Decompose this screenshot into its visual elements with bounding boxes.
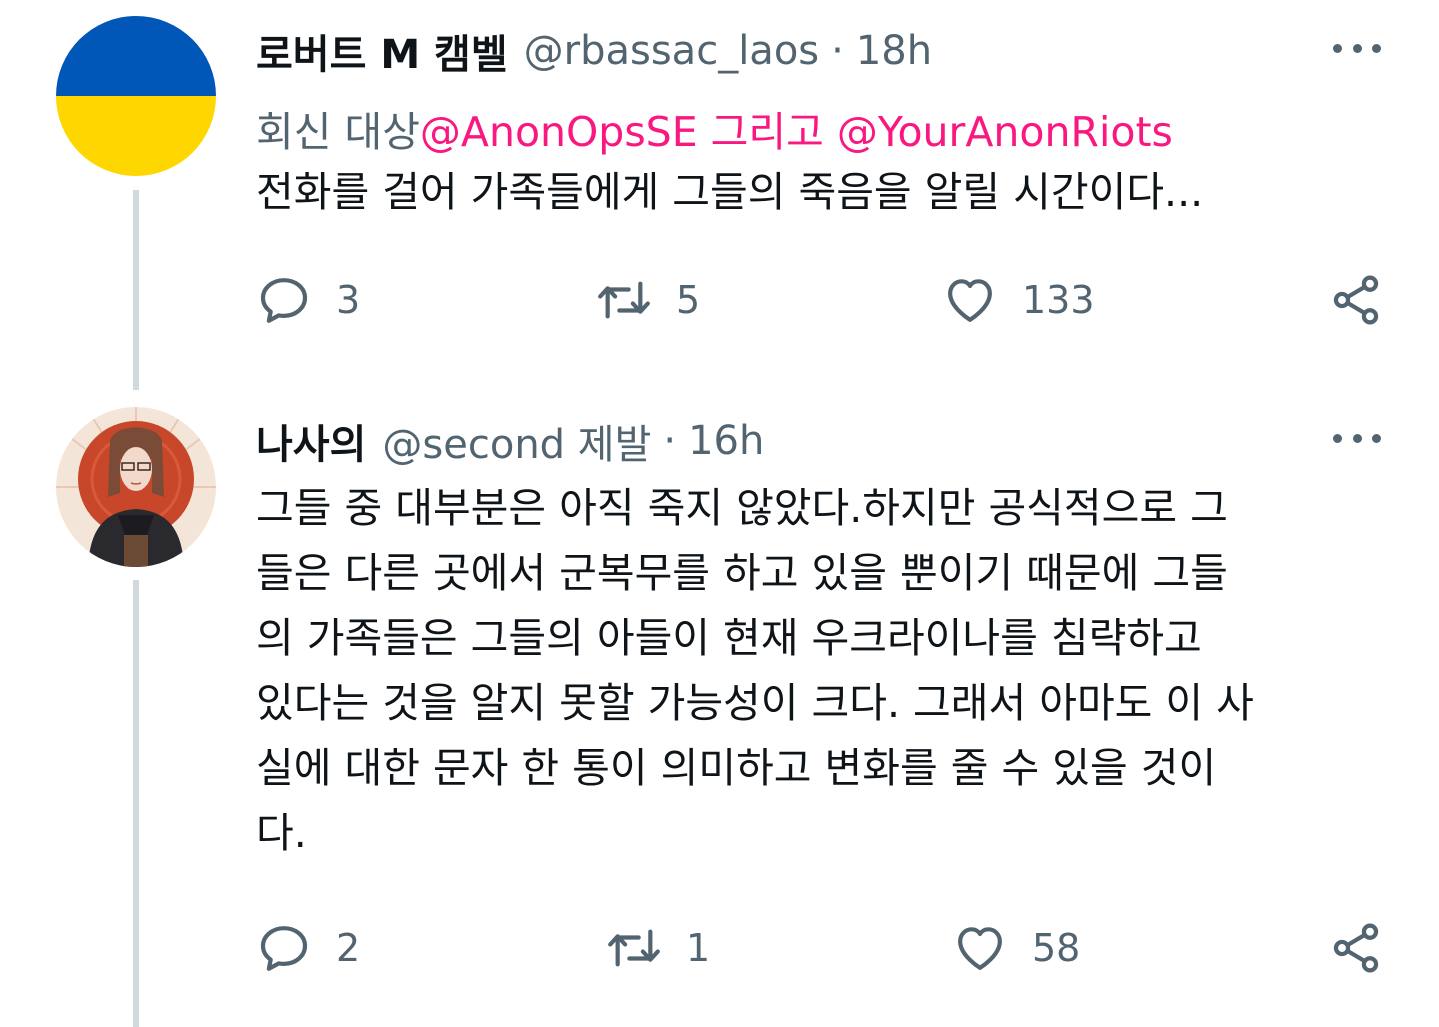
tweet-header: 나사의 @second 제발 · 16h: [256, 416, 764, 468]
mention-link[interactable]: @YourAnonRiots: [837, 108, 1173, 156]
reply-joiner: 그리고: [697, 108, 837, 156]
more-dot: [1352, 433, 1362, 443]
user-handle[interactable]: @rbassac_laos: [524, 28, 819, 74]
timestamp[interactable]: 18h: [856, 28, 932, 74]
retweet-icon: [608, 929, 660, 967]
tweet-text: 그들 중 대부분은 아직 죽지 않았다.하지만 공식적으로 그 들은 다른 곳에…: [256, 484, 1254, 857]
share-button[interactable]: [1328, 918, 1384, 978]
share-icon: [1333, 923, 1379, 973]
retweet-icon: [598, 281, 650, 319]
more-dot: [1372, 433, 1381, 443]
mention-link[interactable]: @AnonOpsSE: [420, 108, 698, 156]
avatar[interactable]: [56, 407, 216, 567]
display-name[interactable]: 로버트 M 캠벨: [256, 22, 508, 80]
more-options-icon[interactable]: [1333, 428, 1381, 448]
more-dot: [1333, 433, 1342, 443]
reply-button[interactable]: 3: [256, 270, 360, 330]
tweet[interactable]: 나사의 @second 제발 · 16h 그들 중 대부분은 아직 죽지 않았다…: [0, 390, 1439, 1027]
separator-dot: ·: [663, 418, 677, 464]
reply-button[interactable]: 2: [256, 918, 360, 978]
action-bar: 2 1 58: [256, 918, 1386, 978]
share-icon: [1333, 275, 1379, 325]
reply-icon: [260, 278, 308, 323]
avatar[interactable]: [56, 16, 216, 176]
retweet-count: 5: [676, 278, 701, 322]
tweet-header: 로버트 M 캠벨 @rbassac_laos · 18h: [256, 26, 932, 78]
thread-line: [133, 580, 139, 1027]
tweet-text: 전화를 걸어 가족들에게 그들의 죽음을 알릴 시간이다...: [256, 168, 1204, 216]
timestamp[interactable]: 16h: [688, 418, 764, 464]
reply-count: 3: [336, 278, 361, 322]
reply-count: 2: [336, 926, 361, 970]
user-handle[interactable]: @second 제발: [382, 412, 651, 470]
ukraine-flag-avatar-image: [56, 16, 216, 176]
like-button[interactable]: 58: [952, 918, 1080, 978]
retweet-count: 1: [686, 926, 711, 970]
more-dot: [1352, 43, 1362, 53]
like-button[interactable]: 133: [942, 270, 1095, 330]
share-button[interactable]: [1328, 270, 1384, 330]
tweet[interactable]: 로버트 M 캠벨 @rbassac_laos · 18h 회신 대상@AnonO…: [0, 0, 1439, 390]
more-dot: [1333, 43, 1342, 53]
reply-icon: [260, 926, 308, 971]
like-count: 58: [1032, 926, 1081, 970]
separator-dot: ·: [831, 28, 844, 74]
like-count: 133: [1022, 278, 1095, 322]
reply-prefix: 회신 대상: [256, 108, 420, 156]
retweet-button[interactable]: 5: [596, 270, 700, 330]
more-dot: [1372, 43, 1381, 53]
thread-line: [133, 190, 139, 390]
illustrated-person-avatar-image: [56, 407, 216, 567]
replying-to: 회신 대상@AnonOpsSE 그리고 @YourAnonRiots: [256, 98, 1173, 158]
retweet-button[interactable]: 1: [606, 918, 710, 978]
more-options-icon[interactable]: [1333, 38, 1381, 58]
heart-icon: [948, 279, 992, 322]
action-bar: 3 5 133: [256, 270, 1386, 330]
display-name[interactable]: 나사의: [256, 412, 366, 470]
heart-icon: [958, 927, 1002, 970]
